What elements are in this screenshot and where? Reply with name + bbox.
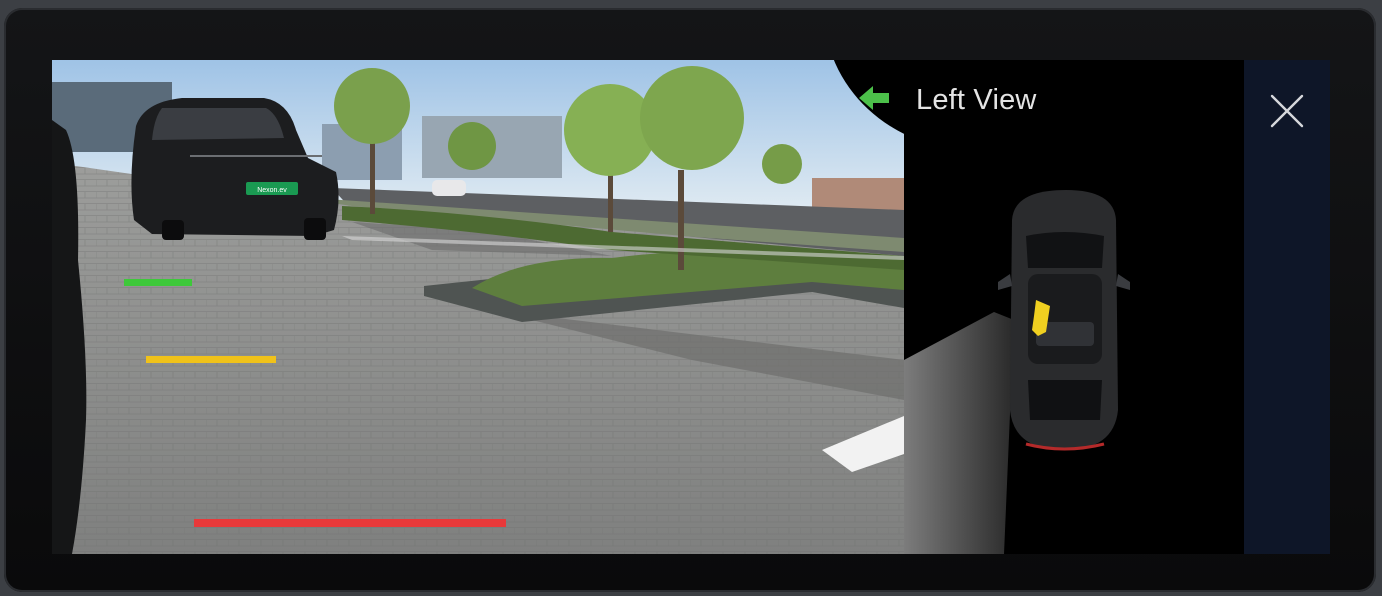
distance-guide-far <box>124 279 192 286</box>
building <box>812 178 904 212</box>
close-button[interactable] <box>1264 88 1310 134</box>
close-icon <box>1270 94 1304 128</box>
view-title: Left View <box>916 84 1037 116</box>
camera-scene: Nexon.ev <box>52 60 904 554</box>
arrow-left-icon <box>859 86 889 110</box>
suv-plate-text: Nexon.ev <box>257 187 287 194</box>
camera-coverage-zone <box>904 312 1014 554</box>
distance-guide-near <box>194 519 506 527</box>
close-column <box>1244 60 1330 554</box>
camera-feed: Nexon.ev <box>52 60 904 554</box>
distant-car <box>432 180 466 196</box>
car-top-view-icon <box>998 190 1130 451</box>
distance-guide-mid <box>146 356 276 363</box>
display-screen: Nexon.ev Left View <box>52 60 1330 554</box>
back-button[interactable] <box>854 82 894 114</box>
